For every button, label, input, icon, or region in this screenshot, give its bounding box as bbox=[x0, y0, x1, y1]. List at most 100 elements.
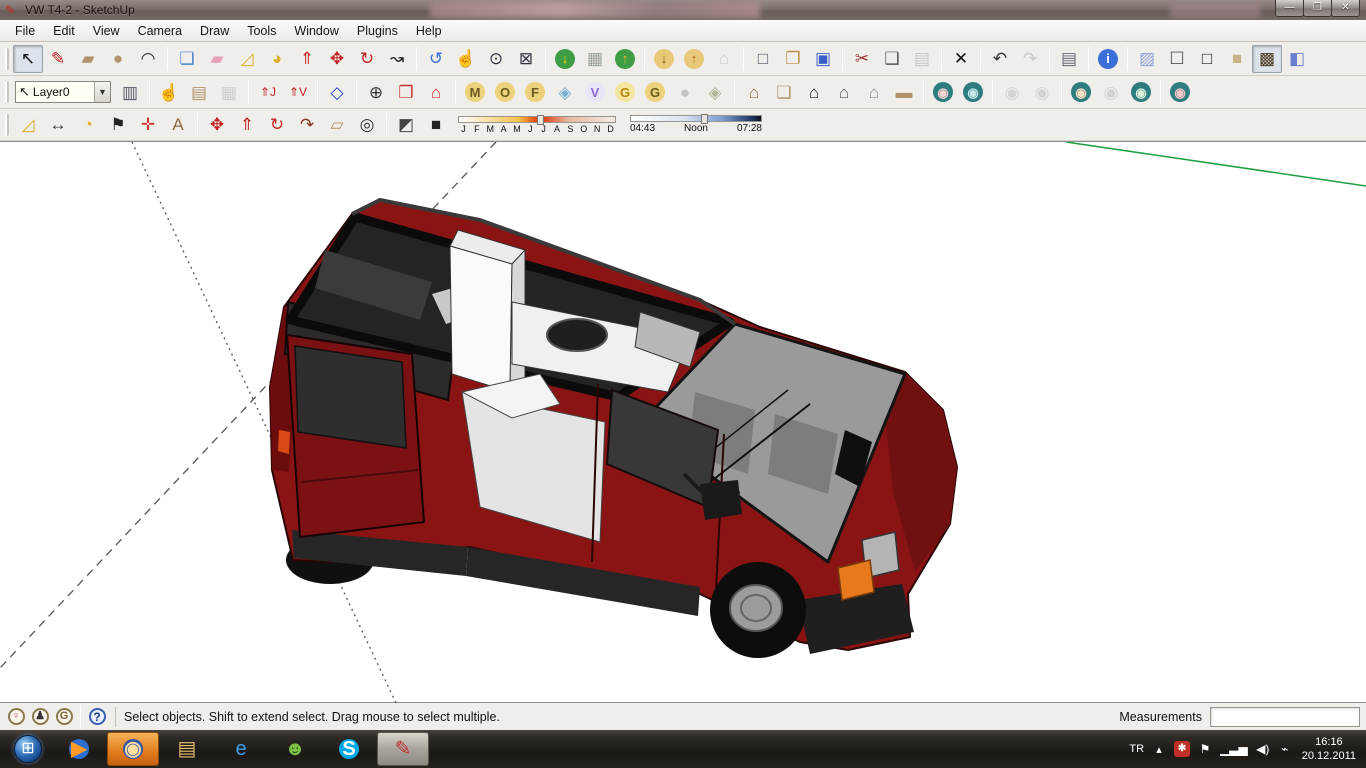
cut-button[interactable]: ✂ bbox=[847, 45, 877, 73]
render-list-button[interactable]: ◉ bbox=[1126, 78, 1156, 106]
layer-manager-button[interactable]: ▥ bbox=[115, 78, 145, 106]
add-section-plane-button[interactable]: ❒ bbox=[391, 78, 421, 106]
protractor-tool[interactable]: ◔ bbox=[73, 111, 103, 139]
get-current-view-button[interactable]: ↓ bbox=[550, 45, 580, 73]
save-button[interactable]: ▣ bbox=[808, 45, 838, 73]
restore-button[interactable]: ❐ bbox=[1303, 0, 1332, 17]
pointer-hand-tool[interactable]: ☝ bbox=[154, 78, 184, 106]
open-box-button[interactable]: ❏ bbox=[769, 78, 799, 106]
push-pull-tool-2[interactable]: ⇑ bbox=[232, 111, 262, 139]
toolbar-grip[interactable] bbox=[5, 114, 9, 136]
menu-window[interactable]: Window bbox=[285, 21, 347, 41]
eraser-tool[interactable]: ▰ bbox=[202, 45, 232, 73]
close-button[interactable]: ✕ bbox=[1331, 0, 1360, 17]
messenger-taskbar-button[interactable]: ☻ bbox=[269, 732, 321, 766]
place-model-button[interactable]: ↑ bbox=[610, 45, 640, 73]
language-indicator[interactable]: TR bbox=[1129, 740, 1144, 758]
copy-button[interactable]: ❑ bbox=[877, 45, 907, 73]
hidden-line-style-button[interactable]: □ bbox=[1192, 45, 1222, 73]
shadow-date-track[interactable] bbox=[458, 116, 616, 123]
wall-box-button[interactable]: ▬ bbox=[889, 78, 919, 106]
axes-tool[interactable]: ✛ bbox=[133, 111, 163, 139]
menu-camera[interactable]: Camera bbox=[129, 21, 191, 41]
shadow-date-handle[interactable] bbox=[537, 115, 544, 125]
rotate-tool-2[interactable]: ↻ bbox=[262, 111, 292, 139]
layer-combobox[interactable]: ↖ Layer0 ▼ bbox=[15, 81, 111, 103]
layer-combo-dropdown-button[interactable]: ▼ bbox=[94, 82, 110, 102]
get-models-button[interactable]: ↓ bbox=[649, 45, 679, 73]
diamond-button[interactable]: ◈ bbox=[700, 78, 730, 106]
shadow-date-slider[interactable]: JFMAMJJASOND bbox=[458, 116, 616, 134]
volume-tray-icon[interactable]: ◀) bbox=[1256, 740, 1270, 758]
sign-in-icon[interactable]: G bbox=[52, 706, 76, 728]
pan-tool[interactable]: ☝ bbox=[451, 45, 481, 73]
select-tool[interactable]: ↖ bbox=[13, 45, 43, 73]
scale-tool[interactable]: ▱ bbox=[322, 111, 352, 139]
toggle-terrain-button[interactable]: ▦ bbox=[580, 45, 610, 73]
zoom-tool[interactable]: ⊙ bbox=[481, 45, 511, 73]
menu-help[interactable]: Help bbox=[407, 21, 451, 41]
new-button[interactable]: □ bbox=[748, 45, 778, 73]
move-tool-2[interactable]: ✥ bbox=[202, 111, 232, 139]
joint-push-pull-tool[interactable]: ⇑J bbox=[253, 78, 283, 106]
modeling-viewport[interactable] bbox=[0, 141, 1366, 703]
wireframe-style-button[interactable]: ☐ bbox=[1162, 45, 1192, 73]
offset-tool[interactable]: ◎ bbox=[352, 111, 382, 139]
tag-m-button[interactable]: M bbox=[460, 78, 490, 106]
white-house-button[interactable]: ⌂ bbox=[859, 78, 889, 106]
taskbar-clock[interactable]: 16:16 20.12.2011 bbox=[1302, 735, 1356, 764]
shaded-textures-style-button[interactable]: ▩ bbox=[1252, 45, 1282, 73]
xray-style-button[interactable]: ▨ bbox=[1132, 45, 1162, 73]
tag-g-button[interactable]: G bbox=[640, 78, 670, 106]
shadow-toggle-button[interactable]: ■ bbox=[421, 111, 451, 139]
follow-me-tool-2[interactable]: ↷ bbox=[292, 111, 322, 139]
hidden-icons-arrow[interactable]: ▴ bbox=[1152, 740, 1166, 758]
validate-v-button[interactable]: V bbox=[580, 78, 610, 106]
rectangle-tool[interactable]: ▰ bbox=[73, 45, 103, 73]
blue-cube-button[interactable]: ◈ bbox=[550, 78, 580, 106]
tape-measure-tool[interactable]: ◿ bbox=[232, 45, 262, 73]
push-pull-tool[interactable]: ⇑ bbox=[292, 45, 322, 73]
help-icon[interactable]: ? bbox=[85, 706, 109, 728]
render-view-button[interactable]: ◉ bbox=[928, 78, 958, 106]
menu-edit[interactable]: Edit bbox=[44, 21, 84, 41]
start-button[interactable]: ⊞ bbox=[5, 732, 51, 766]
rotate-tool[interactable]: ↻ bbox=[352, 45, 382, 73]
skype-taskbar-button[interactable]: S bbox=[323, 732, 375, 766]
material-browser-button[interactable]: ▤ bbox=[184, 78, 214, 106]
toolbar-grip[interactable] bbox=[5, 81, 9, 103]
undo-button[interactable]: ↶ bbox=[985, 45, 1015, 73]
render-material-button[interactable]: ◉ bbox=[1165, 78, 1195, 106]
media-player-taskbar-button[interactable]: ▶ bbox=[53, 732, 105, 766]
monochrome-style-button[interactable]: ◧ bbox=[1282, 45, 1312, 73]
sphere-button[interactable]: ● bbox=[670, 78, 700, 106]
tools-on-surface-button[interactable]: ◇ bbox=[322, 78, 352, 106]
print-button[interactable]: ▤ bbox=[1054, 45, 1084, 73]
shadow-settings-button[interactable]: ◩ bbox=[391, 111, 421, 139]
network-signal-icon[interactable]: ▁▃▅ bbox=[1220, 740, 1248, 758]
black-house-button[interactable]: ⌂ bbox=[799, 78, 829, 106]
menu-file[interactable]: File bbox=[6, 21, 44, 41]
menu-draw[interactable]: Draw bbox=[191, 21, 238, 41]
dimensions-tool[interactable]: ↔ bbox=[43, 111, 73, 139]
make-component-tool[interactable]: ❏ bbox=[172, 45, 202, 73]
shadow-time-track[interactable] bbox=[630, 115, 762, 122]
render-region-button[interactable]: ◉ bbox=[958, 78, 988, 106]
firefox-taskbar-button[interactable]: ◉ bbox=[107, 732, 159, 766]
faces-g-button[interactable]: G bbox=[610, 78, 640, 106]
tag-f-button[interactable]: F bbox=[520, 78, 550, 106]
internet-explorer-taskbar-button[interactable]: e bbox=[215, 732, 267, 766]
paint-bucket-tool[interactable]: ◕ bbox=[262, 45, 292, 73]
house-builder-button[interactable]: ⌂ bbox=[739, 78, 769, 106]
move-tool[interactable]: ✥ bbox=[322, 45, 352, 73]
tape-measure-tool-2[interactable]: ◿ bbox=[13, 111, 43, 139]
shadow-time-handle[interactable] bbox=[701, 114, 708, 124]
3d-text-tool[interactable]: A bbox=[163, 111, 193, 139]
shaded-style-button[interactable]: ■ bbox=[1222, 45, 1252, 73]
open-button[interactable]: ❐ bbox=[778, 45, 808, 73]
zoom-extents-tool[interactable]: ⊠ bbox=[511, 45, 541, 73]
round-corner-tool[interactable]: ⊕ bbox=[361, 78, 391, 106]
menu-view[interactable]: View bbox=[84, 21, 129, 41]
explorer-taskbar-button[interactable]: ▤ bbox=[161, 732, 213, 766]
menu-tools[interactable]: Tools bbox=[238, 21, 285, 41]
